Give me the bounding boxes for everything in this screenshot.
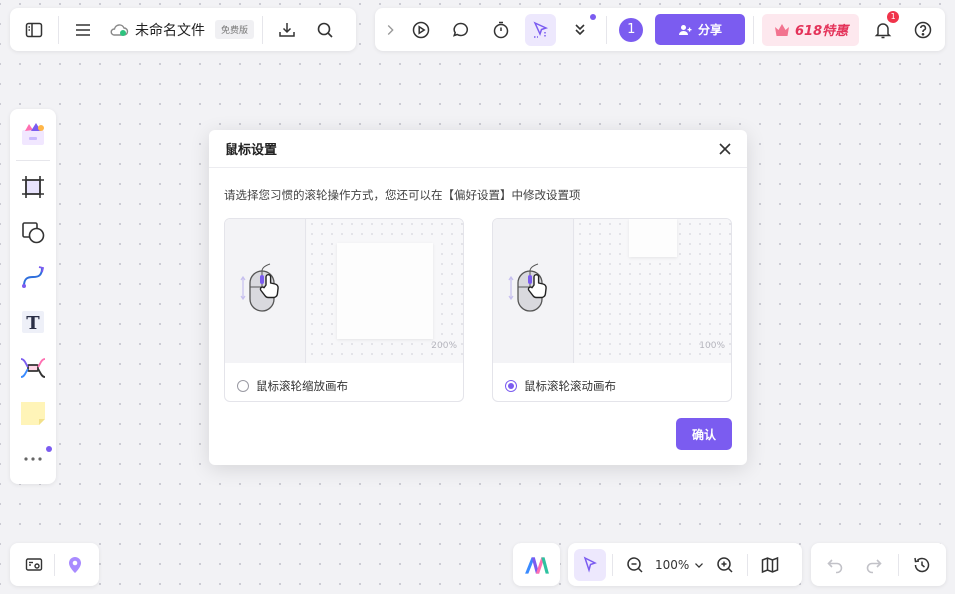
notification-dot [590,13,597,20]
zoom-in-icon[interactable] [709,549,741,581]
cursor-select-icon[interactable] [524,13,557,46]
play-icon[interactable] [405,14,437,46]
left-toolbar: T [10,109,56,484]
mindmap-icon[interactable] [15,349,51,386]
promo-label: 618特惠 [794,24,849,39]
file-name[interactable]: 未命名文件 [135,20,205,40]
connector-icon[interactable] [15,259,51,296]
divider [752,15,754,44]
comment-icon[interactable] [445,14,477,46]
promo-button[interactable]: 618特惠 [761,13,860,46]
top-right-toolbar: 1 分享 618特惠 1 [375,8,945,51]
option-preview: 100% [493,219,731,363]
preview-page [629,219,677,257]
option-label-row[interactable]: 鼠标滚轮缩放画布 [237,378,348,394]
notification-dot [46,446,52,453]
chevron-right-icon[interactable] [381,14,399,46]
frame-icon[interactable] [15,169,51,206]
text-icon[interactable]: T [15,304,51,341]
share-button[interactable]: 分享 [655,14,745,45]
collaborator-avatar[interactable]: 1 [619,17,644,42]
option-label-row[interactable]: 鼠标滚轮滚动画布 [505,378,616,394]
download-icon[interactable] [271,14,303,46]
dialog-header: 鼠标设置 [209,130,747,168]
file-info[interactable]: 未命名文件 免费版 [109,20,255,40]
notification-count: 1 [887,10,900,23]
close-icon[interactable] [715,139,735,159]
crown-icon [773,22,791,38]
chevron-double-down-icon[interactable] [564,13,597,46]
preview-page [337,243,433,339]
history-icon[interactable] [906,549,938,581]
mouse-scroll-icon [240,263,279,312]
templates-icon[interactable] [15,115,51,152]
sticky-note-icon[interactable] [15,394,51,431]
minimap-icon[interactable] [18,549,50,581]
option-zoom-canvas[interactable]: 200% 鼠标滚轮缩放画布 [224,218,464,402]
divider [16,160,50,161]
mouse-scroll-icon [508,263,547,312]
mouse-settings-dialog: 鼠标设置 请选择您习惯的滚轮操作方式，您还可以在【偏好设置】中修改设置项 200… [209,130,747,465]
share-user-icon [678,23,692,37]
redo-icon[interactable] [858,549,890,581]
confirm-button[interactable]: 确认 [676,418,732,450]
zoom-out-icon[interactable] [619,549,651,581]
chevron-down-icon[interactable] [691,549,707,581]
preview-sidebar [493,219,574,363]
divider [262,15,264,44]
option-preview: 200% [225,219,463,363]
dialog-description: 请选择您习惯的滚轮操作方式，您还可以在【偏好设置】中修改设置项 [224,188,581,202]
radio-scroll[interactable] [505,380,517,392]
divider [58,15,59,44]
select-pointer-icon[interactable] [574,548,606,581]
divider [612,553,613,576]
zoom-hint: 200% [431,341,457,351]
sidebar-toggle-icon[interactable] [18,14,50,46]
bell-icon[interactable]: 1 [867,10,900,46]
svg-text:T: T [26,313,40,334]
zoom-hint: 100% [699,341,725,351]
share-label: 分享 [697,23,722,37]
ai-logo-icon[interactable] [521,549,553,581]
dialog-title: 鼠标设置 [225,143,278,158]
divider [606,15,608,44]
option-scroll-canvas[interactable]: 100% 鼠标滚轮滚动画布 [492,218,732,402]
menu-icon[interactable] [67,14,99,46]
map-icon[interactable] [754,549,786,581]
divider [897,553,899,576]
option-label: 鼠标滚轮缩放画布 [256,379,348,393]
bottom-left-toolbar [10,543,99,586]
more-icon[interactable] [15,439,52,476]
zoom-level[interactable]: 100% [655,558,689,572]
cloud-icon [109,22,129,38]
help-icon[interactable] [907,14,939,46]
shape-icon[interactable] [15,214,51,251]
ai-logo-panel [513,543,560,586]
bottom-zoom-toolbar: 100% [568,543,802,586]
location-icon[interactable] [59,549,91,581]
preview-sidebar [225,219,306,363]
search-icon[interactable] [309,14,341,46]
plan-badge: 免费版 [215,20,255,39]
timer-icon[interactable] [485,14,517,46]
option-label: 鼠标滚轮滚动画布 [524,379,616,393]
divider [747,553,749,576]
divider [54,553,55,576]
undo-icon[interactable] [819,549,851,581]
bottom-history-toolbar [811,543,946,586]
radio-zoom[interactable] [237,380,249,392]
top-left-toolbar: 未命名文件 免费版 [10,8,356,51]
